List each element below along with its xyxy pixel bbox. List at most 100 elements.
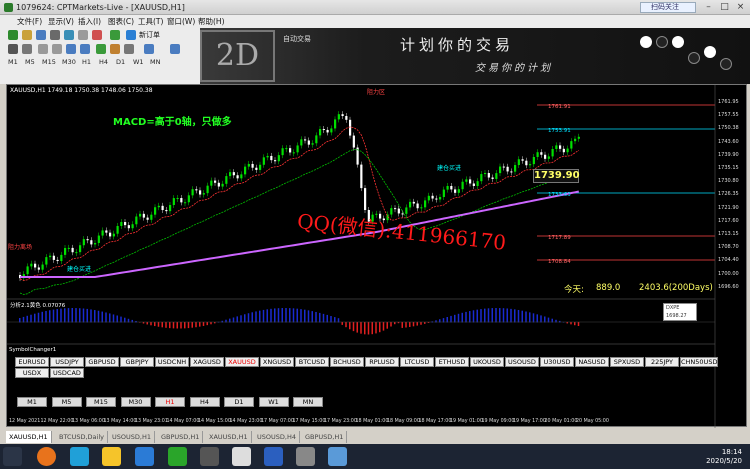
templates-icon[interactable] [144, 44, 154, 54]
menu-file[interactable]: 文件(F) [17, 15, 42, 28]
symbol-changer-tf-mn[interactable]: MN [293, 397, 323, 407]
metatrader-icon[interactable] [200, 447, 219, 466]
chart-window[interactable]: XAUUSD,H1 1749.18 1750.38 1748.06 1750.3… [6, 84, 747, 428]
tab-chart[interactable]: USOUSD,H4 [254, 431, 300, 443]
firefox-icon[interactable] [37, 447, 56, 466]
tf-h1[interactable]: H1 [82, 56, 91, 68]
app-icon[interactable] [296, 447, 315, 466]
symbol-button-225jpy[interactable]: 225JPY [645, 357, 679, 367]
symbol-button-usdcad[interactable]: USDCAD [50, 368, 84, 378]
symbol-button-btcusd[interactable]: BTCUSD [295, 357, 329, 367]
symbol-button-xngusd[interactable]: XNGUSD [260, 357, 294, 367]
auto-scroll-icon[interactable] [96, 44, 106, 54]
indicators-icon[interactable] [110, 44, 120, 54]
market-watch-icon[interactable] [36, 30, 46, 40]
symbol-button-bchusd[interactable]: BCHUSD [330, 357, 364, 367]
symbol-button-spxusd[interactable]: SPXUSD [610, 357, 644, 367]
tester-icon[interactable] [92, 30, 102, 40]
tf-m15[interactable]: M15 [42, 56, 56, 68]
tf-w1[interactable]: W1 [133, 56, 144, 68]
profiles-icon[interactable] [22, 30, 32, 40]
periods-icon[interactable] [124, 44, 134, 54]
symbol-changer-tf-m15[interactable]: M15 [86, 397, 116, 407]
menu-tools[interactable]: 工具(T) [138, 15, 163, 28]
vertical-line-icon[interactable] [38, 44, 48, 54]
app-icon[interactable] [328, 447, 347, 466]
tf-m1[interactable]: M1 [8, 56, 18, 68]
symbol-button-ltcusd[interactable]: LTCUSD [400, 357, 434, 367]
app-icon[interactable] [232, 447, 251, 466]
tab-chart[interactable]: GBPUSD,H1 [302, 431, 348, 443]
data-window-icon[interactable] [50, 30, 60, 40]
symbol-button-rplusd[interactable]: RPLUSD [365, 357, 399, 367]
settings-icon[interactable] [170, 44, 180, 54]
tab-chart[interactable]: XAUUSD,H1 [206, 431, 252, 443]
terminal-icon[interactable] [78, 30, 88, 40]
symbol-button-xauusd[interactable]: XAUUSD [225, 357, 259, 367]
symbol-changer-tf-m5[interactable]: M5 [51, 397, 82, 407]
menu-view[interactable]: 显示(V) [48, 15, 74, 28]
zoom-in-icon[interactable] [66, 44, 76, 54]
macd-bar [45, 310, 47, 323]
start-icon[interactable] [3, 447, 22, 466]
close-icon[interactable]: × [735, 2, 746, 13]
candle [262, 157, 265, 165]
wechat-icon[interactable] [168, 447, 187, 466]
symbol-changer-tf-h1[interactable]: H1 [155, 397, 185, 407]
symbol-changer-tf-d1[interactable]: D1 [224, 397, 254, 407]
ad-button[interactable]: 扫码关注 [640, 2, 696, 13]
tab-chart[interactable]: XAUUSD,H1 [6, 431, 52, 443]
new-order-icon[interactable] [126, 30, 136, 40]
tf-d1[interactable]: D1 [116, 56, 125, 68]
symbol-button-gbpjpy[interactable]: GBPJPY [120, 357, 154, 367]
algo-trading-button[interactable]: 自动交易 [283, 34, 311, 44]
symbol-changer-tf-m1[interactable]: M1 [17, 397, 47, 407]
maximize-icon[interactable]: □ [719, 2, 730, 13]
tab-chart[interactable]: USOUSD,H1 [109, 431, 155, 443]
symbol-changer-tf-m30[interactable]: M30 [120, 397, 151, 407]
symbol-button-usdcnh[interactable]: USDCNH [155, 357, 189, 367]
tf-mn[interactable]: MN [150, 56, 160, 68]
horizontal-line-icon[interactable] [52, 44, 62, 54]
symbol-changer-tf-w1[interactable]: W1 [258, 397, 289, 407]
symbol-button-gbpusd[interactable]: GBPUSD [85, 357, 119, 367]
app-icon[interactable] [135, 447, 154, 466]
menu-insert[interactable]: 插入(I) [78, 15, 101, 28]
tab-chart[interactable]: GBPUSD,H1 [158, 431, 204, 443]
folder-icon[interactable] [102, 447, 121, 466]
symbol-button-chn50usd[interactable]: CHN50USD [680, 357, 718, 367]
tf-m30[interactable]: M30 [62, 56, 76, 68]
symbol-button-ethusd[interactable]: ETHUSD [435, 357, 469, 367]
candle [341, 114, 344, 117]
zoom-out-icon[interactable] [80, 44, 90, 54]
candle [574, 138, 577, 142]
symbol-button-eurusd[interactable]: EURUSD [15, 357, 49, 367]
symbol-button-usdjpy[interactable]: USDJPY [50, 357, 84, 367]
browser-icon[interactable] [70, 447, 89, 466]
symbol-button-nasusd[interactable]: NASUSD [575, 357, 609, 367]
tf-m5[interactable]: M5 [25, 56, 35, 68]
crosshair-icon[interactable] [22, 44, 32, 54]
symbol-button-usousd[interactable]: USOUSD [505, 357, 539, 367]
menu-chart[interactable]: 图表(C) [108, 15, 134, 28]
metaeditor-icon[interactable] [110, 30, 120, 40]
price-tick: 1757.55 [718, 112, 739, 119]
macd-bar [319, 312, 321, 323]
symbol-button-ukousd[interactable]: UKOUSD [470, 357, 504, 367]
symbol-changer-tf-h4[interactable]: H4 [189, 397, 220, 407]
symbol-button-u30usd[interactable]: U30USD [540, 357, 574, 367]
menu-help[interactable]: 帮助(H) [198, 15, 225, 28]
symbol-button-xagusd[interactable]: XAGUSD [190, 357, 224, 367]
candle [435, 198, 438, 200]
navigator-icon[interactable] [64, 30, 74, 40]
word-icon[interactable] [264, 447, 283, 466]
cursor-icon[interactable] [8, 44, 18, 54]
menu-window[interactable]: 窗口(W) [167, 15, 195, 28]
macd-bar [240, 315, 242, 323]
new-chart-icon[interactable] [8, 30, 18, 40]
minimize-icon[interactable]: – [703, 2, 714, 13]
tab-chart[interactable]: BTCUSD,Daily [56, 431, 108, 443]
new-order-button[interactable]: 新订单 [139, 29, 160, 41]
tf-h4[interactable]: H4 [99, 56, 108, 68]
symbol-button-usdx[interactable]: USDX [15, 368, 49, 378]
